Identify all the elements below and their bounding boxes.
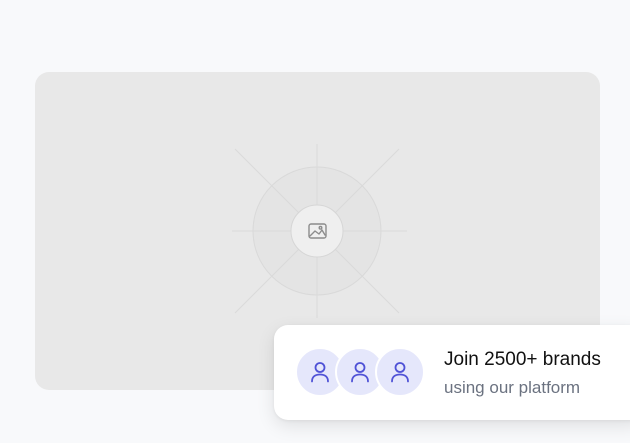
social-proof-card: Join 2500+ brands using our platform <box>274 325 630 420</box>
user-icon <box>351 362 369 383</box>
social-proof-title: Join 2500+ brands <box>444 349 601 370</box>
avatar <box>375 347 425 397</box>
social-proof-subtitle: using our platform <box>444 378 581 397</box>
page: Join 2500+ brands using our platform <box>0 0 630 443</box>
user-icon <box>311 362 329 383</box>
user-icon <box>391 362 409 383</box>
social-proof-text: Join 2500+ brands using our platform <box>444 347 601 400</box>
